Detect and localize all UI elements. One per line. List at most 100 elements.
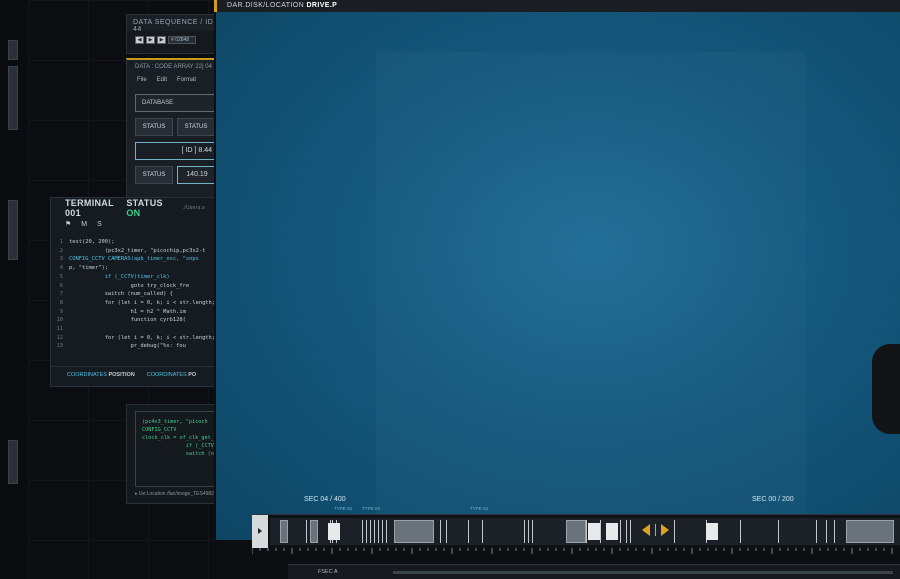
terminal-header: TERMINAL 001 STATUS ON ./Users.s [51, 198, 219, 218]
video-screen[interactable]: SEC 04 / 400 SEC 00 / 200 TYPE 04 TYPE 0… [216, 12, 900, 540]
rail-segment[interactable] [8, 40, 18, 60]
menu-format[interactable]: Format [177, 77, 196, 83]
timeline-marker[interactable] [382, 520, 383, 543]
rail-segment[interactable] [8, 200, 18, 260]
timeline-marker[interactable] [600, 520, 601, 543]
sec-counter-left: SEC 04 / 400 [304, 496, 346, 503]
timeline-marker[interactable] [378, 520, 379, 543]
tool-s[interactable]: S [97, 221, 102, 228]
keyframe-marker[interactable] [706, 523, 718, 540]
flag-icon[interactable]: ⚑ [65, 220, 71, 228]
timeline-marker[interactable] [440, 520, 441, 543]
coordinates-tab[interactable]: COORDINATES PO [147, 372, 196, 381]
code-line: 9 h1 = h2 ^ Math.im [51, 308, 219, 317]
line-text: p, "timer"); [69, 265, 108, 272]
line-number: 10 [56, 317, 64, 324]
timeline-marker[interactable] [620, 520, 621, 543]
line-number: 3 [59, 256, 63, 263]
terminal-path: ./Users.s [182, 205, 205, 211]
array-title: DATA : CODE ARRAY 22] 04 [135, 64, 212, 70]
bottom-scrollbar[interactable] [393, 571, 893, 574]
left-rail [0, 0, 28, 579]
line-number: 1 [59, 239, 63, 245]
status-cell[interactable]: STATUS [177, 118, 215, 136]
timeline-clip[interactable] [280, 520, 288, 543]
keyframe-marker[interactable] [606, 523, 618, 540]
timeline-track[interactable] [270, 518, 900, 545]
code-box-2-content[interactable]: (pc4x3_timer, "picoch CONFIG_CCTV clock_cl… [135, 411, 225, 487]
timeline-marker[interactable] [374, 520, 375, 543]
line-number: 4 [59, 265, 63, 272]
menu-file[interactable]: File [137, 77, 147, 83]
timeline-clip[interactable] [310, 520, 318, 543]
code-line: 3 CONFIG_CCTV CAMERAS(apb_timer_osc, "snp… [51, 255, 219, 264]
coordinates-tab[interactable]: COORDINATES POSITION [67, 372, 135, 381]
tool-m[interactable]: M [81, 221, 87, 228]
timeline-marker[interactable] [468, 520, 469, 543]
line-text: if (_CCTV(timer_clk) [69, 273, 170, 280]
timeline[interactable] [252, 514, 900, 548]
timeline-ruler [252, 548, 893, 554]
line-text: pr_debug("%s: fou [69, 343, 186, 350]
status-value: ON [126, 208, 141, 218]
sec-counter-right: SEC 00 / 200 [752, 496, 794, 503]
terminal-footer: COORDINATES POSITION COORDINATES PO [51, 366, 219, 386]
sequence-field[interactable]: # 02848 [168, 36, 196, 44]
id-field[interactable]: [ ID ] 8.44 [135, 142, 217, 160]
timeline-clip[interactable] [394, 520, 434, 543]
code-line: 6 goto try_clock_fre [51, 282, 219, 291]
value-field[interactable]: 140.19 [177, 166, 217, 184]
line-text: (pc3x2_timer, "picochip,pc3x2-t [69, 247, 206, 254]
keyframe-marker[interactable] [588, 523, 600, 540]
timeline-marker[interactable] [446, 520, 447, 543]
timeline-clip[interactable] [846, 520, 894, 543]
line-text: goto try_clock_fre [69, 282, 190, 289]
timeline-marker[interactable] [524, 520, 525, 543]
line-text: h1 = h2 ^ Math.im [69, 308, 186, 315]
terminal-code[interactable]: 1 test(20, 200); 2 (pc3x2_timer, "picochip… [51, 238, 219, 351]
line-text: switch (num_called) { [69, 291, 173, 298]
dark-object [872, 344, 900, 434]
timeline-marker[interactable] [816, 520, 817, 543]
timeline-marker[interactable] [586, 520, 587, 543]
timeline-marker[interactable] [674, 520, 675, 543]
code-line: CONFIG_CCTV [142, 427, 177, 433]
step-back-icon[interactable] [642, 524, 650, 536]
timeline-marker[interactable] [306, 520, 307, 543]
timeline-marker[interactable] [834, 520, 835, 543]
terminal-toolbar: ⚑ M S [51, 218, 219, 230]
menu-edit[interactable]: Edit [157, 77, 167, 83]
timeline-marker[interactable] [370, 520, 371, 543]
timeline-marker[interactable] [528, 520, 529, 543]
keyframe-marker[interactable] [328, 523, 340, 540]
line-number: 2 [59, 247, 63, 254]
rail-segment[interactable] [8, 440, 18, 484]
code-line: 10 function cyrb128( [51, 316, 219, 325]
next-button[interactable]: ▶ [157, 36, 166, 44]
timeline-marker[interactable] [482, 520, 483, 543]
step-forward-icon[interactable] [661, 524, 669, 536]
line-text: for (let i = 0, k; i < str.length; i+ [69, 299, 215, 306]
terminal-title: TERMINAL 001 [65, 198, 114, 218]
timeline-marker[interactable] [386, 520, 387, 543]
prev-button[interactable]: ◀ [135, 36, 144, 44]
status-cell[interactable]: STATUS [135, 118, 173, 136]
data-sequence-window: DATA SEQUENCE / ID 44 ◀ ▶ ▶ # 02848 [126, 14, 226, 54]
timeline-marker[interactable] [532, 520, 533, 543]
timeline-marker[interactable] [626, 520, 627, 543]
play-button[interactable] [252, 515, 268, 548]
line-number: 12 [56, 334, 64, 341]
rail-segment[interactable] [8, 66, 18, 130]
timeline-marker[interactable] [366, 520, 367, 543]
timeline-clip[interactable] [566, 520, 586, 543]
timeline-marker[interactable] [362, 520, 363, 543]
timeline-marker[interactable] [778, 520, 779, 543]
database-select[interactable]: DATABASE [135, 94, 217, 112]
timeline-marker[interactable] [826, 520, 827, 543]
play-button[interactable]: ▶ [146, 36, 155, 44]
type-label: TYPE 04 [362, 506, 381, 511]
code-line: 12 for (let i = 0, k; i < str.length; i+ [51, 334, 219, 343]
timeline-marker[interactable] [630, 520, 631, 543]
timeline-marker[interactable] [740, 520, 741, 543]
line-text [69, 325, 215, 334]
